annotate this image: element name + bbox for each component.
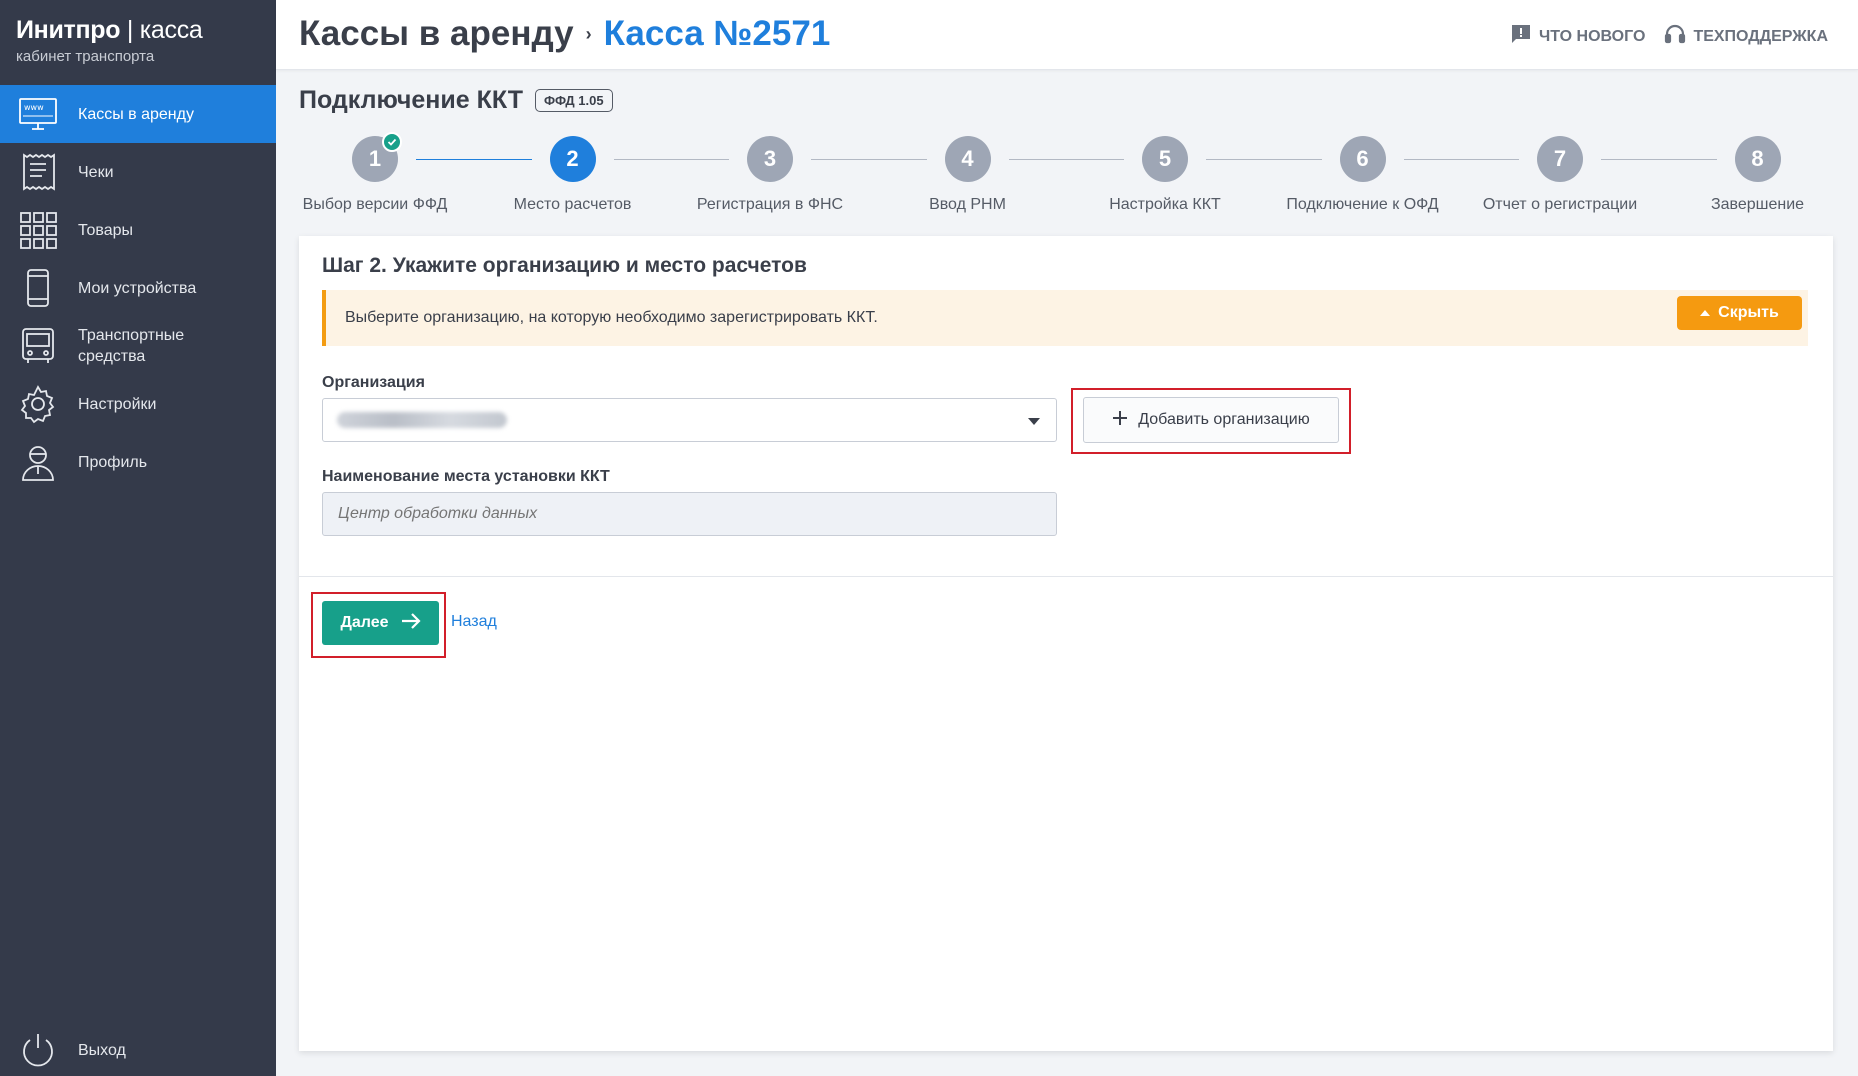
step-number: 3 (747, 136, 793, 182)
sidebar-item-label: Профиль (78, 453, 148, 471)
power-icon (18, 1030, 58, 1070)
sidebar-item-label: Кассы в аренду (78, 105, 194, 123)
organization-label: Организация (322, 374, 425, 391)
gear-icon (18, 384, 58, 424)
sidebar: Инитпро | касса кабинет транспорта www К… (0, 0, 276, 1076)
receipt-icon (18, 152, 58, 192)
selected-organization-redacted (337, 412, 507, 428)
next-button[interactable]: Далее (322, 601, 439, 645)
step-number: 4 (944, 136, 991, 182)
step-number: 2 (549, 136, 596, 182)
brand-subtitle: кабинет транспорта (16, 48, 155, 65)
sidebar-item-products[interactable]: Товары (0, 201, 276, 259)
hide-notice-label: Скрыть (1718, 304, 1779, 321)
stepper-step-6: 6 Подключение к ОФД (1263, 136, 1463, 214)
back-link[interactable]: Назад (451, 613, 497, 631)
support-link[interactable]: ТЕХПОДДЕРЖКА (1663, 22, 1828, 51)
step-label: Выбор версии ФФД (302, 196, 448, 213)
sidebar-item-vehicles[interactable]: Транспортные средства (0, 317, 276, 375)
stepper-step-1: 1 Выбор версии ФФД (275, 132, 475, 214)
brand-name: Инитпро (16, 16, 121, 44)
step-number-text: 1 (368, 146, 382, 171)
stepper-step-7: 7 Отчет о регистрации (1460, 136, 1660, 214)
step-number: 5 (1142, 136, 1188, 182)
whats-new-link[interactable]: ЧТО НОВОГО (1509, 22, 1645, 51)
sidebar-item-rental-kkt[interactable]: www Кассы в аренду (0, 85, 276, 143)
stepper: 1 Выбор версии ФФД 2 Место расчетов 3 Регистр… (275, 132, 1858, 216)
logout-button[interactable]: Выход (0, 1024, 276, 1076)
organization-select[interactable] (322, 398, 1057, 442)
user-icon (18, 442, 58, 482)
whats-new-label: ЧТО НОВОГО (1539, 27, 1646, 45)
header-links: ЧТО НОВОГО ТЕХПОДДЕРЖКА (1509, 22, 1828, 51)
stepper-step-4: 4 Ввод РНМ (868, 136, 1068, 214)
step-label: Место расчетов (513, 196, 632, 213)
chevron-down-icon (1028, 418, 1040, 425)
bus-icon (18, 326, 58, 366)
step-label: Ввод РНМ (929, 196, 1006, 213)
page-title-row: Подключение ККТ ФФД 1.05 (299, 86, 613, 115)
step-card: Шаг 2. Укажите организацию и место расче… (299, 236, 1833, 1051)
ffd-version-badge: ФФД 1.05 (535, 89, 613, 112)
sidebar-item-label: Товары (78, 221, 134, 239)
breadcrumb-current: Касса №2571 (603, 14, 831, 53)
divider (299, 576, 1833, 577)
step-label: Настройка ККТ (1109, 196, 1221, 213)
phone-icon (18, 268, 58, 308)
sidebar-item-label: Чеки (78, 163, 114, 181)
grid-icon (18, 210, 58, 250)
add-organization-label: Добавить организацию (1138, 411, 1310, 428)
stepper-step-5: 5 Настройка ККТ (1065, 136, 1265, 214)
step-label: Завершение (1710, 196, 1805, 213)
place-name-label: Наименование места установки ККТ (322, 468, 610, 485)
sidebar-item-profile[interactable]: Профиль (0, 433, 276, 491)
place-name-input[interactable] (322, 492, 1057, 536)
step-label: Подключение к ОФД (1286, 196, 1439, 213)
breadcrumb-separator: › (585, 23, 592, 44)
sidebar-item-settings[interactable]: Настройки (0, 375, 276, 433)
stepper-step-8: 8 Завершение (1658, 136, 1858, 214)
caret-up-icon (1700, 310, 1711, 316)
sidebar-item-receipts[interactable]: Чеки (0, 143, 276, 201)
step-label: Регистрация в ФНС (696, 196, 844, 213)
arrow-right-icon (401, 612, 421, 635)
headset-icon (1663, 22, 1687, 51)
support-label: ТЕХПОДДЕРЖКА (1693, 27, 1828, 45)
stepper-step-2: 2 Место расчетов (473, 136, 673, 214)
sidebar-item-label: Настройки (78, 395, 157, 413)
checkmark-icon (382, 132, 402, 152)
stepper-step-3: 3 Регистрация в ФНС (670, 136, 870, 214)
hide-notice-button[interactable]: Скрыть (1677, 296, 1802, 330)
step-number: 1 (352, 132, 402, 182)
top-header: Кассы в аренду › Касса №2571 ЧТО НОВОГО … (276, 0, 1858, 70)
add-organization-button[interactable]: Добавить организацию (1083, 397, 1339, 443)
page-title: Подключение ККТ (299, 86, 524, 114)
brand-logo[interactable]: Инитпро | касса кабинет транспорта (0, 0, 276, 85)
step-number: 6 (1339, 136, 1386, 182)
step-number: 7 (1537, 136, 1583, 182)
step-label: Отчет о регистрации (1482, 196, 1638, 213)
breadcrumb: Кассы в аренду › Касса №2571 (299, 14, 830, 54)
svg-text:www: www (24, 103, 44, 112)
step-number: 8 (1734, 136, 1781, 182)
breadcrumb-root[interactable]: Кассы в аренду (299, 14, 574, 54)
announcement-icon (1509, 22, 1533, 51)
sidebar-item-label: Мои устройства (78, 279, 197, 297)
brand-name-suffix: | касса (126, 16, 203, 44)
monitor-www-icon: www (18, 94, 58, 134)
plus-icon (1112, 410, 1128, 431)
notice-text: Выберите организацию, на которую необход… (345, 309, 878, 326)
step-heading: Шаг 2. Укажите организацию и место расче… (322, 254, 807, 277)
sidebar-nav: www Кассы в аренду Чеки Товары Мои устро… (0, 85, 276, 491)
next-label: Далее (340, 614, 389, 631)
sidebar-item-devices[interactable]: Мои устройства (0, 259, 276, 317)
info-notice: Выберите организацию, на которую необход… (322, 290, 1808, 346)
logout-label: Выход (78, 1041, 126, 1059)
sidebar-item-label: Транспортные средства (78, 327, 185, 365)
